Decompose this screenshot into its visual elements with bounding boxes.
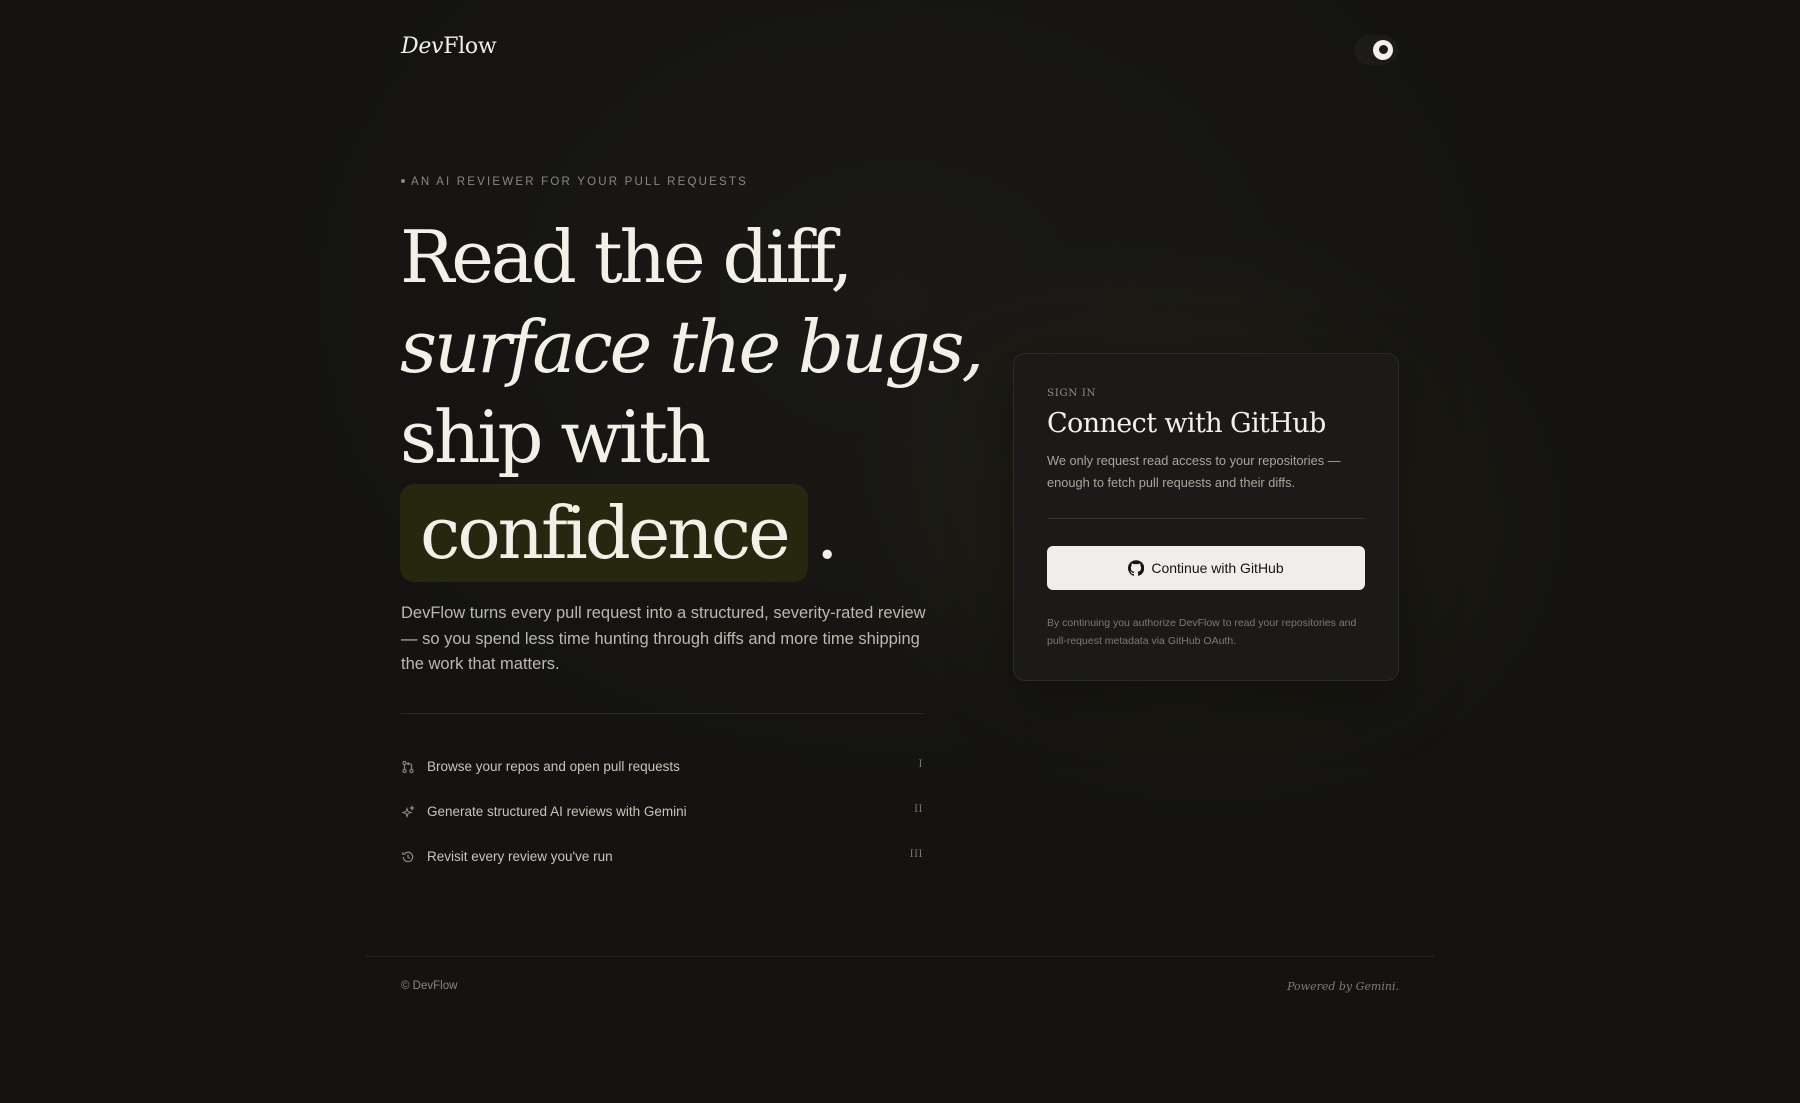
- github-button-label: Continue with GitHub: [1151, 560, 1284, 576]
- footer-copyright: © DevFlow: [401, 980, 458, 992]
- history-icon: [401, 850, 415, 864]
- eyebrow-text: AN AI REVIEWER FOR YOUR PULL REQUESTS: [411, 176, 749, 188]
- hero-description: DevFlow turns every pull request into a …: [401, 604, 926, 673]
- logo-rest: Flow: [443, 34, 497, 59]
- github-icon: [1128, 560, 1145, 576]
- feature-number: III: [909, 849, 923, 860]
- signin-card: SIGN IN Connect with GitHub We only requ…: [1013, 353, 1399, 681]
- signin-label: SIGN IN: [1047, 387, 1097, 399]
- feature-text: Revisit every review you've run: [427, 849, 613, 864]
- feature-list: Browse your repos and open pull requests…: [401, 744, 923, 879]
- signin-title: Connect with GitHub: [1047, 408, 1326, 439]
- logo-italic: Dev: [401, 34, 444, 59]
- headline-line-3: ship with: [400, 395, 711, 479]
- sparkle-icon: [401, 804, 415, 819]
- headline-period: .: [815, 491, 839, 575]
- continue-with-github-button[interactable]: Continue with GitHub: [1047, 546, 1365, 590]
- eyebrow-dot-icon: [401, 178, 405, 183]
- card-divider: [1047, 518, 1365, 519]
- logo[interactable]: DevFlow: [401, 34, 497, 59]
- moon-icon: [1373, 40, 1393, 60]
- theme-toggle[interactable]: [1354, 35, 1398, 65]
- feature-item: Browse your repos and open pull requests…: [401, 744, 923, 789]
- headline-highlight: confidence: [400, 484, 808, 582]
- feature-text: Browse your repos and open pull requests: [427, 759, 680, 774]
- divider: [401, 713, 923, 714]
- pull-request-icon: [401, 760, 415, 774]
- signin-description: We only request read access to your repo…: [1047, 453, 1341, 490]
- eyebrow: AN AI REVIEWER FOR YOUR PULL REQUESTS: [401, 176, 748, 188]
- headline: Read the diff, surface the bugs, ship wi…: [400, 212, 984, 582]
- signin-fine-print: By continuing you authorize DevFlow to r…: [1047, 617, 1357, 647]
- headline-line-4: confidence.: [400, 482, 960, 582]
- headline-line-1: Read the diff,: [400, 215, 853, 299]
- headline-line-2: surface the bugs,: [400, 305, 984, 389]
- feature-number: I: [918, 759, 923, 770]
- feature-text: Generate structured AI reviews with Gemi…: [427, 804, 687, 819]
- feature-item: Generate structured AI reviews with Gemi…: [401, 789, 923, 834]
- footer-powered-by: Powered by Gemini.: [1287, 980, 1399, 993]
- page: DevFlow AN AI REVIEWER FOR YOUR PULL REQ…: [0, 0, 1800, 1103]
- footer-divider: [366, 956, 1434, 957]
- feature-number: II: [914, 804, 923, 815]
- feature-item: Revisit every review you've run III: [401, 834, 923, 879]
